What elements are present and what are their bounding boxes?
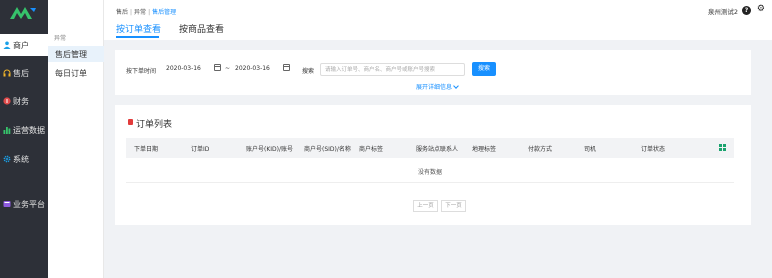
calendar-icon[interactable] (283, 64, 290, 71)
tab-by-product[interactable]: 按商品查看 (179, 22, 224, 35)
sub-item-label: 每日订单 (55, 68, 87, 78)
list-title-marker-icon (128, 119, 133, 125)
expand-details-label: 展开详细信息 (416, 84, 453, 91)
sub-menu: 异常 售后管理 每日订单 (48, 0, 104, 278)
order-list-panel: 订单列表 下单日期 订单ID 账户号(KID)/账号 商户号(SID)/名称 商… (115, 105, 751, 225)
breadcrumb-item[interactable]: 异常 (134, 9, 146, 16)
gear-icon (3, 155, 11, 163)
nav-item-label: 财务 (13, 96, 29, 106)
calendar-icon[interactable] (214, 64, 221, 71)
prev-page-button[interactable]: 上一页 (413, 200, 438, 212)
platform-icon (3, 200, 11, 208)
start-date-field[interactable]: 2020-03-16 (166, 63, 201, 75)
nav-item-business-platform[interactable]: 业务平台 (0, 193, 48, 215)
breadcrumb-current: 售后管理 (152, 9, 177, 16)
breadcrumb-separator: | (130, 9, 133, 16)
table-header: 下单日期 订单ID 账户号(KID)/账号 商户号(SID)/名称 商户标签 服… (126, 138, 734, 158)
user-name[interactable]: 泉州测试2 (708, 6, 738, 16)
search-label: 搜索 (302, 68, 315, 75)
finance-icon (3, 97, 11, 105)
headset-icon (3, 69, 11, 77)
next-page-button[interactable]: 下一页 (441, 200, 466, 212)
nav-item-system[interactable]: 系统 (0, 148, 48, 170)
column-header[interactable]: 付款方式 (528, 144, 552, 153)
nav-item-finance[interactable]: 财务 (0, 90, 48, 112)
tab-active-indicator (116, 36, 159, 38)
settings-gear-icon[interactable]: ⚙ (757, 4, 765, 14)
bar-chart-icon (3, 126, 11, 134)
chevron-down-icon (453, 83, 459, 89)
column-header[interactable]: 服务站点联系人 (416, 144, 458, 153)
breadcrumb-item[interactable]: 售后 (116, 9, 128, 16)
app-logo (10, 7, 36, 19)
nav-item-operations[interactable]: 运营数据 (0, 119, 48, 141)
sub-item-label: 售后管理 (55, 49, 87, 59)
nav-item-aftersale[interactable]: 售后 (0, 62, 48, 84)
empty-state-text: 没有数据 (417, 169, 442, 176)
nav-item-label: 系统 (13, 154, 29, 164)
tab-by-order[interactable]: 按订单查看 (116, 22, 161, 35)
column-header[interactable]: 商户标签 (359, 144, 383, 153)
main-nav: 商户 售后 财务 运营数据 系统 业务平台 (0, 0, 48, 278)
sub-item-daily-orders[interactable]: 每日订单 (48, 65, 104, 81)
breadcrumb: 售后 | 异常 | 售后管理 (116, 7, 176, 16)
order-list-title: 订单列表 (136, 120, 173, 130)
column-header[interactable]: 地理标签 (472, 144, 496, 153)
filter-panel: 按下单时间 2020-03-16 ~ 2020-03-16 搜索 搜索 展开详细… (115, 50, 751, 95)
order-time-label: 按下单时间 (126, 68, 157, 75)
column-header[interactable]: 下单日期 (134, 144, 158, 153)
table-body: 没有数据 (126, 158, 734, 183)
search-input[interactable] (320, 63, 465, 76)
sub-menu-title: 异常 (54, 35, 67, 42)
page-header: 售后 | 异常 | 售后管理 泉州测试2 ? ⚙ 按订单查看 按商品查看 (104, 0, 772, 40)
expand-details-link[interactable]: 展开详细信息 (416, 82, 459, 91)
sub-item-aftersale-management[interactable]: 售后管理 (48, 46, 104, 62)
nav-item-label: 商户 (13, 40, 29, 50)
nav-item-merchant[interactable]: 商户 (0, 34, 48, 56)
search-button[interactable]: 搜索 (472, 62, 496, 76)
end-date-field[interactable]: 2020-03-16 (235, 63, 270, 75)
nav-item-label: 售后 (13, 68, 29, 78)
nav-item-label: 业务平台 (13, 199, 45, 209)
column-header[interactable]: 商户号(SID)/名称 (304, 144, 351, 153)
column-header[interactable]: 订单ID (191, 144, 209, 153)
date-range-separator: ~ (225, 65, 231, 72)
nav-item-label: 运营数据 (13, 125, 45, 135)
column-settings-grid-icon[interactable] (719, 144, 726, 151)
help-icon[interactable]: ? (742, 6, 751, 15)
breadcrumb-separator: | (148, 9, 151, 16)
column-header[interactable]: 订单状态 (641, 144, 665, 153)
person-icon (3, 41, 11, 49)
column-header[interactable]: 司机 (584, 144, 596, 153)
column-header[interactable]: 账户号(KID)/账号 (246, 144, 293, 153)
